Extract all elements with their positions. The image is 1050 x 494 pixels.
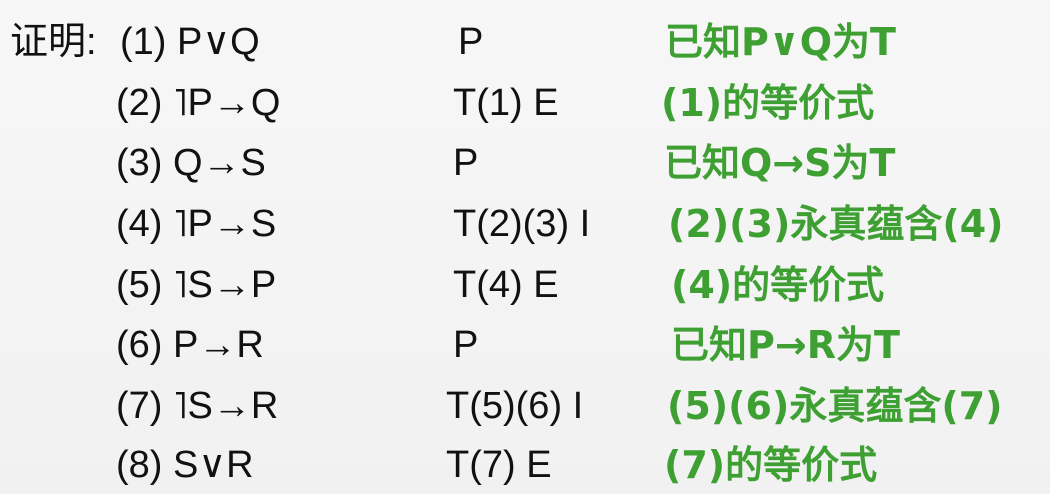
proof-note: (2)(3)永真蕴含(4) bbox=[668, 202, 1004, 246]
proof-step: (6) P→R bbox=[116, 324, 264, 366]
proof-row: (2) ˥P→Q T(1) E (1)的等价式 bbox=[0, 79, 1050, 127]
proof-rule: T(1) E bbox=[453, 82, 559, 124]
proof-note: (4)的等价式 bbox=[671, 263, 885, 307]
proof-note: (1)的等价式 bbox=[661, 81, 875, 125]
proof-row: (1) P∨Q P 已知P∨Q为T bbox=[0, 18, 1050, 66]
proof-row: (4) ˥P→S T(2)(3) I (2)(3)永真蕴含(4) bbox=[0, 200, 1050, 248]
proof-rule: T(2)(3) I bbox=[453, 203, 591, 245]
proof-step: (4) ˥P→S bbox=[116, 203, 277, 245]
proof-row: (3) Q→S P 已知Q→S为T bbox=[0, 139, 1050, 187]
proof-row: (8) S∨R T(7) E (7)的等价式 bbox=[0, 441, 1050, 489]
proof-note: 已知Q→S为T bbox=[664, 141, 896, 185]
proof-rule: T(5)(6) I bbox=[446, 385, 584, 427]
proof-note: (7)的等价式 bbox=[664, 443, 878, 487]
proof-row: (7) ˥S→R T(5)(6) I (5)(6)永真蕴含(7) bbox=[0, 382, 1050, 430]
proof-rule: T(7) E bbox=[446, 444, 552, 486]
proof-note: (5)(6)永真蕴含(7) bbox=[667, 384, 1003, 428]
proof-step: (1) P∨Q bbox=[120, 21, 260, 63]
proof-rule: T(4) E bbox=[453, 264, 559, 306]
proof-step: (5) ˥S→P bbox=[116, 264, 277, 306]
proof-note: 已知P→R为T bbox=[671, 323, 900, 367]
proof-step: (2) ˥P→Q bbox=[116, 82, 281, 124]
proof-step: (7) ˥S→R bbox=[116, 385, 279, 427]
proof-row: (5) ˥S→P T(4) E (4)的等价式 bbox=[0, 261, 1050, 309]
proof-step: (3) Q→S bbox=[116, 142, 266, 184]
proof-block: 证明: (1) P∨Q P 已知P∨Q为T (2) ˥P→Q T(1) E (1… bbox=[0, 0, 1050, 494]
proof-rule: P bbox=[458, 21, 484, 63]
proof-note: 已知P∨Q为T bbox=[665, 20, 896, 64]
proof-rule: P bbox=[453, 142, 479, 184]
proof-rule: P bbox=[453, 324, 479, 366]
proof-row: (6) P→R P 已知P→R为T bbox=[0, 321, 1050, 369]
proof-step: (8) S∨R bbox=[116, 444, 254, 486]
